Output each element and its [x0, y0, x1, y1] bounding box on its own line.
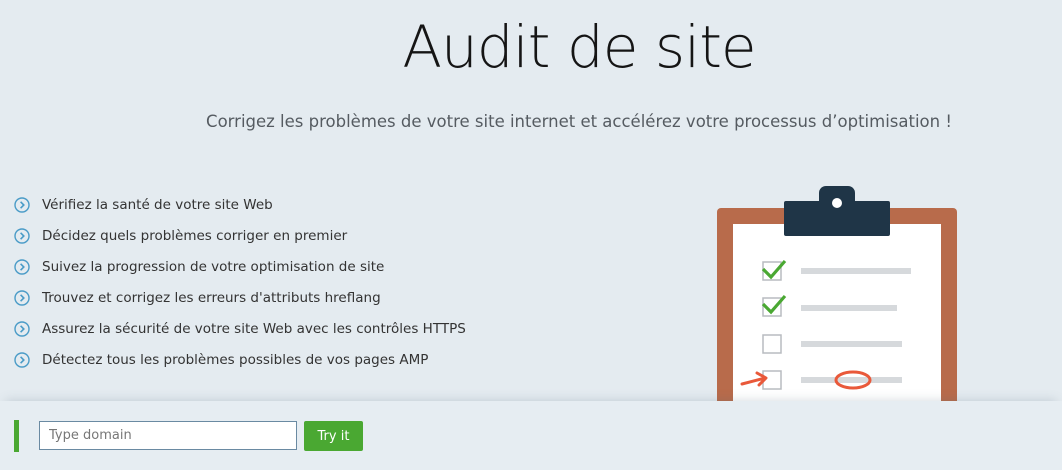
checklist-line [801, 305, 897, 311]
feature-label: Décidez quels problèmes corriger en prem… [42, 227, 348, 244]
domain-input[interactable] [39, 421, 297, 450]
feature-label: Vérifiez la santé de votre site Web [42, 196, 273, 213]
page-title: Audit de site [402, 13, 756, 81]
feature-list: Vérifiez la santé de votre site Web Déci… [14, 189, 466, 375]
feature-item: Détectez tous les problèmes possibles de… [14, 344, 466, 375]
feature-label: Trouvez et corrigez les erreurs d'attrib… [42, 289, 381, 306]
chevron-right-circle-icon [14, 196, 30, 213]
feature-label: Assurez la sécurité de votre site Web av… [42, 320, 466, 337]
clipboard-clip-hole [832, 198, 842, 208]
feature-label: Suivez la progression de votre optimisat… [42, 258, 385, 275]
try-it-button[interactable]: Try it [304, 421, 363, 451]
chevron-right-circle-icon [14, 320, 30, 337]
clipboard-illustration [600, 180, 1062, 402]
chevron-right-circle-icon [14, 351, 30, 368]
chevron-right-circle-icon [14, 227, 30, 244]
feature-item: Vérifiez la santé de votre site Web [14, 189, 466, 220]
checklist-line [801, 341, 902, 347]
feature-item: Assurez la sécurité de votre site Web av… [14, 313, 466, 344]
page-subtitle: Corrigez les problèmes de votre site int… [206, 112, 952, 131]
checklist-line [801, 268, 911, 274]
clipboard-checklist-icon [717, 186, 957, 402]
chevron-right-circle-icon [14, 258, 30, 275]
feature-item: Décidez quels problèmes corriger en prem… [14, 220, 466, 251]
chevron-right-circle-icon [14, 289, 30, 306]
feature-label: Détectez tous les problèmes possibles de… [42, 351, 429, 368]
feature-item: Trouvez et corrigez les erreurs d'attrib… [14, 282, 466, 313]
feature-item: Suivez la progression de votre optimisat… [14, 251, 466, 282]
checklist-line [801, 377, 902, 383]
accent-bar [14, 420, 19, 452]
